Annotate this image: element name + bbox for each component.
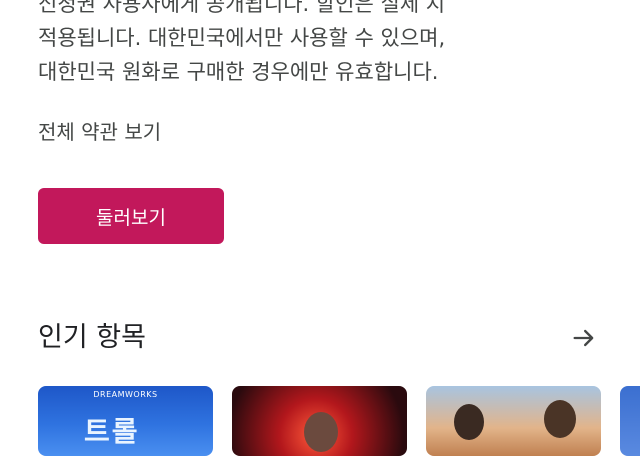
movie-thumbnail-3[interactable]: [426, 386, 601, 456]
poster-title: 트롤: [84, 415, 140, 448]
studio-logo: DREAMWORKS: [93, 390, 158, 399]
description-line-1: 신청권 사용자에게 공개됩니다. 할인은 실제 지: [38, 0, 446, 16]
movie-thumbnail-2[interactable]: [232, 386, 407, 456]
see-more-button[interactable]: [566, 320, 602, 356]
offer-description: 신청권 사용자에게 공개됩니다. 할인은 실제 지 적용됩니다. 대한민국에서만…: [38, 0, 618, 89]
popular-section-title: 인기 항목: [38, 322, 146, 353]
poster-figure-right: [544, 400, 576, 438]
movie-thumbnail-4[interactable]: [620, 386, 640, 456]
description-line-3: 대한민국 원화로 구매한 경우에만 유효합니다.: [38, 60, 439, 84]
view-full-terms-link[interactable]: 전체 약관 보기: [38, 116, 161, 148]
poster-figure-left: [454, 404, 484, 440]
movie-thumbnail-trolls[interactable]: DREAMWORKS 트롤: [38, 386, 213, 456]
popular-items-row: DREAMWORKS 트롤: [0, 386, 640, 456]
description-line-2: 적용됩니다. 대한민국에서만 사용할 수 있으며,: [38, 26, 446, 50]
browse-button[interactable]: 둘러보기: [38, 188, 224, 244]
arrow-right-icon: [573, 329, 594, 347]
poster-figure: [304, 412, 338, 452]
